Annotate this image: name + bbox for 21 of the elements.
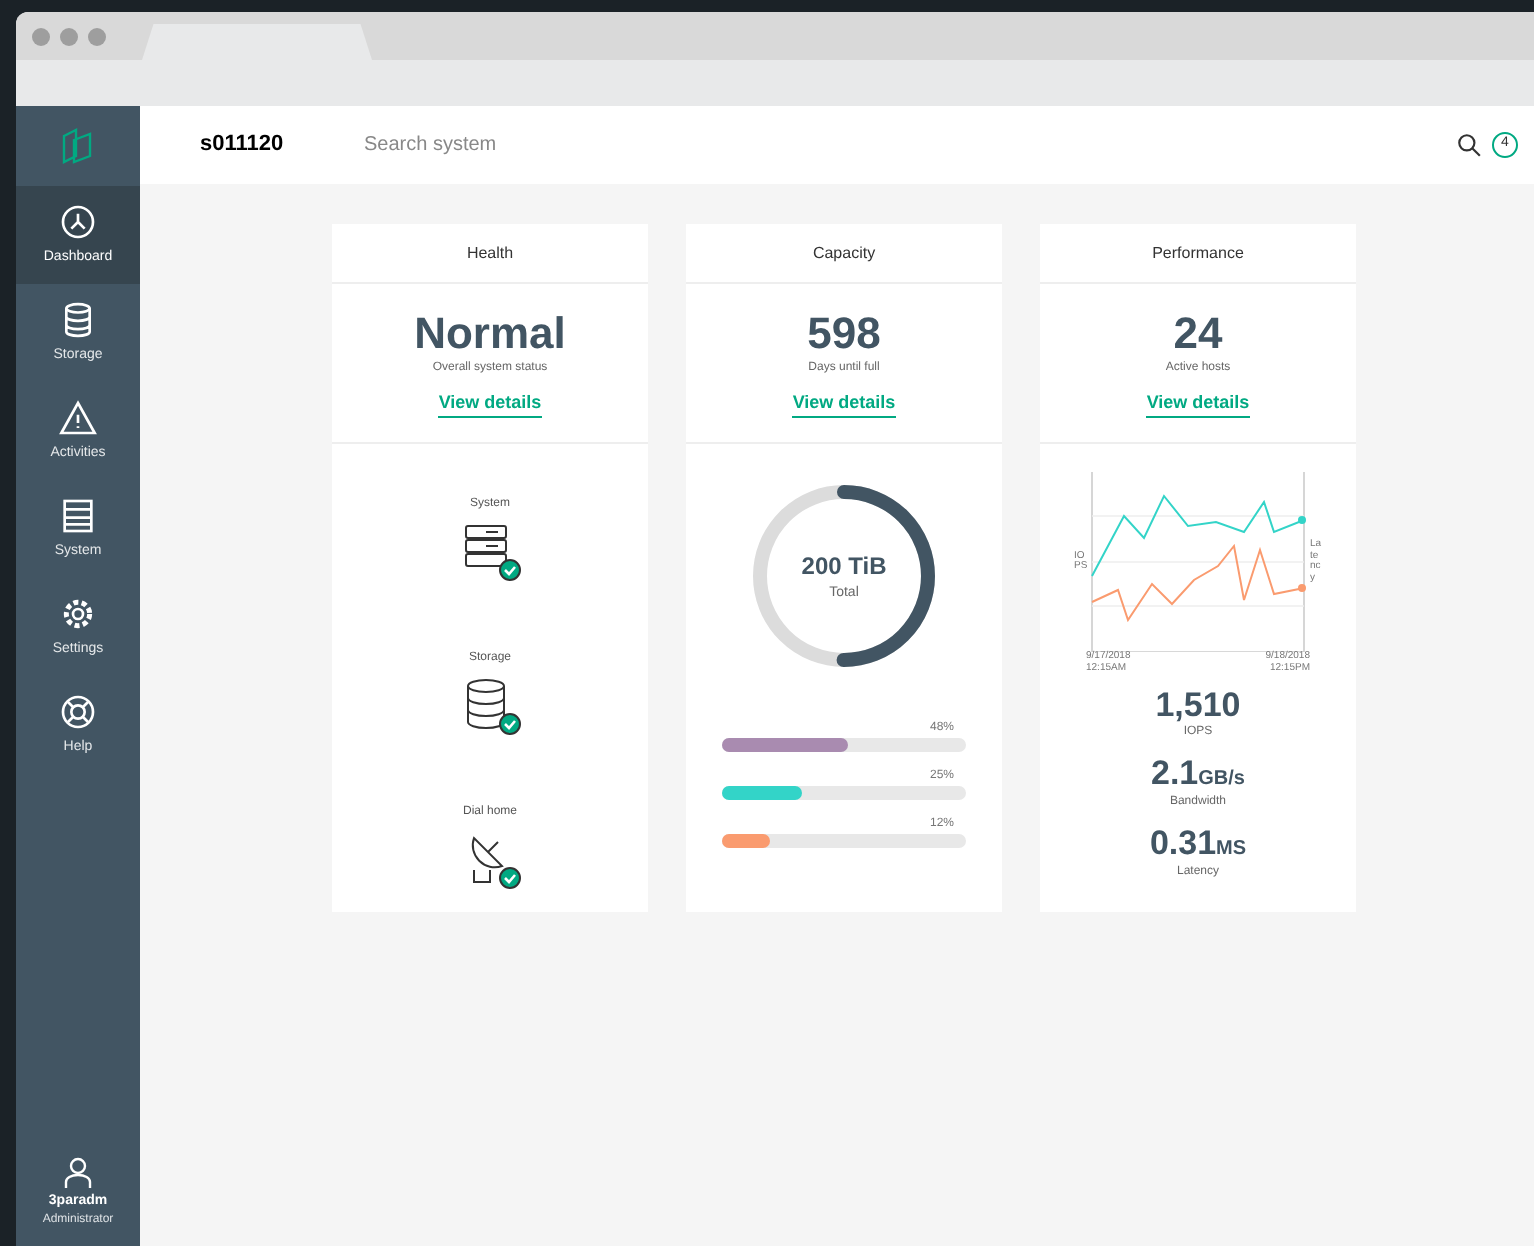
card-value: Normal [414, 307, 566, 360]
metric-unit: GB/s [1198, 766, 1245, 794]
metric-value: 2.1 [1151, 754, 1199, 792]
user-icon [64, 1155, 92, 1187]
card-title: Performance [1152, 241, 1244, 265]
logo-icon [62, 128, 94, 164]
search-field[interactable]: Search system [364, 130, 684, 160]
card-title: Capacity [812, 241, 876, 265]
card-value: 598 [807, 307, 881, 360]
system-name: s011120 [200, 130, 286, 161]
card-title: Health [466, 241, 514, 265]
search-icon[interactable] [1456, 132, 1482, 158]
gauge-icon [58, 201, 98, 242]
total-value: 200 TiB [801, 549, 887, 584]
metric-value: 0.31 [1149, 824, 1217, 862]
card-value: 24 [1173, 307, 1223, 360]
metric-unit: MS [1216, 836, 1247, 864]
metric-value: 1,510 [1155, 686, 1241, 724]
warning-icon [58, 397, 98, 438]
server-icon [58, 495, 98, 536]
lifebuoy-icon [58, 691, 98, 732]
